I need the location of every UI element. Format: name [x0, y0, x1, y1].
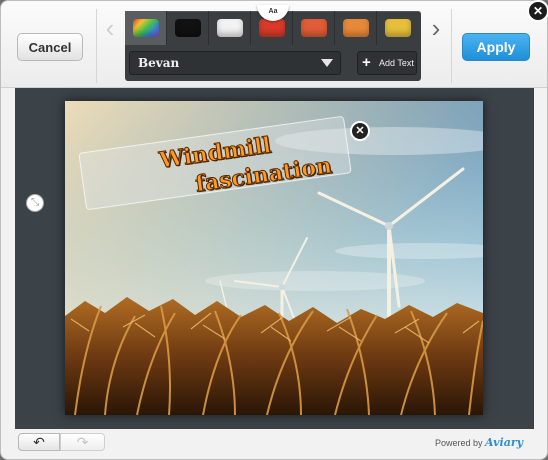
swatch-yellow[interactable]	[377, 11, 419, 45]
redo-icon: ↷	[76, 434, 89, 450]
cancel-button[interactable]: Cancel	[17, 33, 83, 61]
add-text-label: Add Text	[379, 58, 414, 68]
swatch-orange[interactable]	[335, 11, 377, 45]
chevron-left-icon[interactable]: ‹	[100, 14, 120, 42]
redo-button[interactable]: ↷	[60, 433, 105, 451]
text-tool-panel: Bevan + Add Text	[125, 11, 421, 81]
bottom-bar: ↶ ↷ Powered by Aviary	[1, 431, 547, 459]
swatch-color	[258, 19, 285, 37]
top-toolbar: Cancel ‹ Bevan + Add Text Aa › Apply	[1, 1, 547, 88]
swatch-black[interactable]	[167, 11, 209, 45]
brand-logo[interactable]: Aviary	[485, 436, 523, 449]
editor-modal: Cancel ‹ Bevan + Add Text Aa › Apply ✕ W…	[0, 0, 548, 460]
close-icon[interactable]: ✕	[527, 0, 548, 22]
chevron-right-icon[interactable]: ›	[426, 14, 446, 42]
undo-button[interactable]: ↶	[18, 433, 60, 451]
divider	[451, 9, 452, 83]
font-select[interactable]: Bevan	[129, 51, 341, 75]
plus-icon: +	[362, 54, 371, 71]
resize-handle-icon[interactable]: ⤡	[26, 194, 44, 212]
swatch-color	[300, 19, 327, 37]
swatch-rainbow[interactable]	[125, 11, 167, 45]
swatch-color	[342, 19, 369, 37]
photo-canvas[interactable]: Windmill fascination ✕	[65, 101, 483, 415]
powered-by-label: Powered by	[435, 438, 483, 448]
swatch-white[interactable]	[209, 11, 251, 45]
close-icon[interactable]: ✕	[350, 121, 370, 141]
text-overlay[interactable]: Windmill fascination ✕	[78, 115, 370, 211]
swatch-orange-red[interactable]	[293, 11, 335, 45]
add-text-button[interactable]: + Add Text	[357, 51, 417, 75]
swatch-color	[216, 19, 243, 37]
powered-by-credit: Powered by Aviary	[435, 436, 523, 449]
chevron-down-icon	[321, 59, 333, 67]
swatch-color	[385, 19, 411, 37]
font-select-value: Bevan	[138, 56, 180, 70]
swatch-color	[132, 19, 159, 37]
divider	[96, 9, 97, 83]
undo-icon: ↶	[33, 434, 45, 450]
apply-button[interactable]: Apply	[462, 33, 530, 61]
canvas-area: Windmill fascination ✕ ⤡	[15, 88, 534, 429]
swatch-color	[174, 19, 201, 37]
